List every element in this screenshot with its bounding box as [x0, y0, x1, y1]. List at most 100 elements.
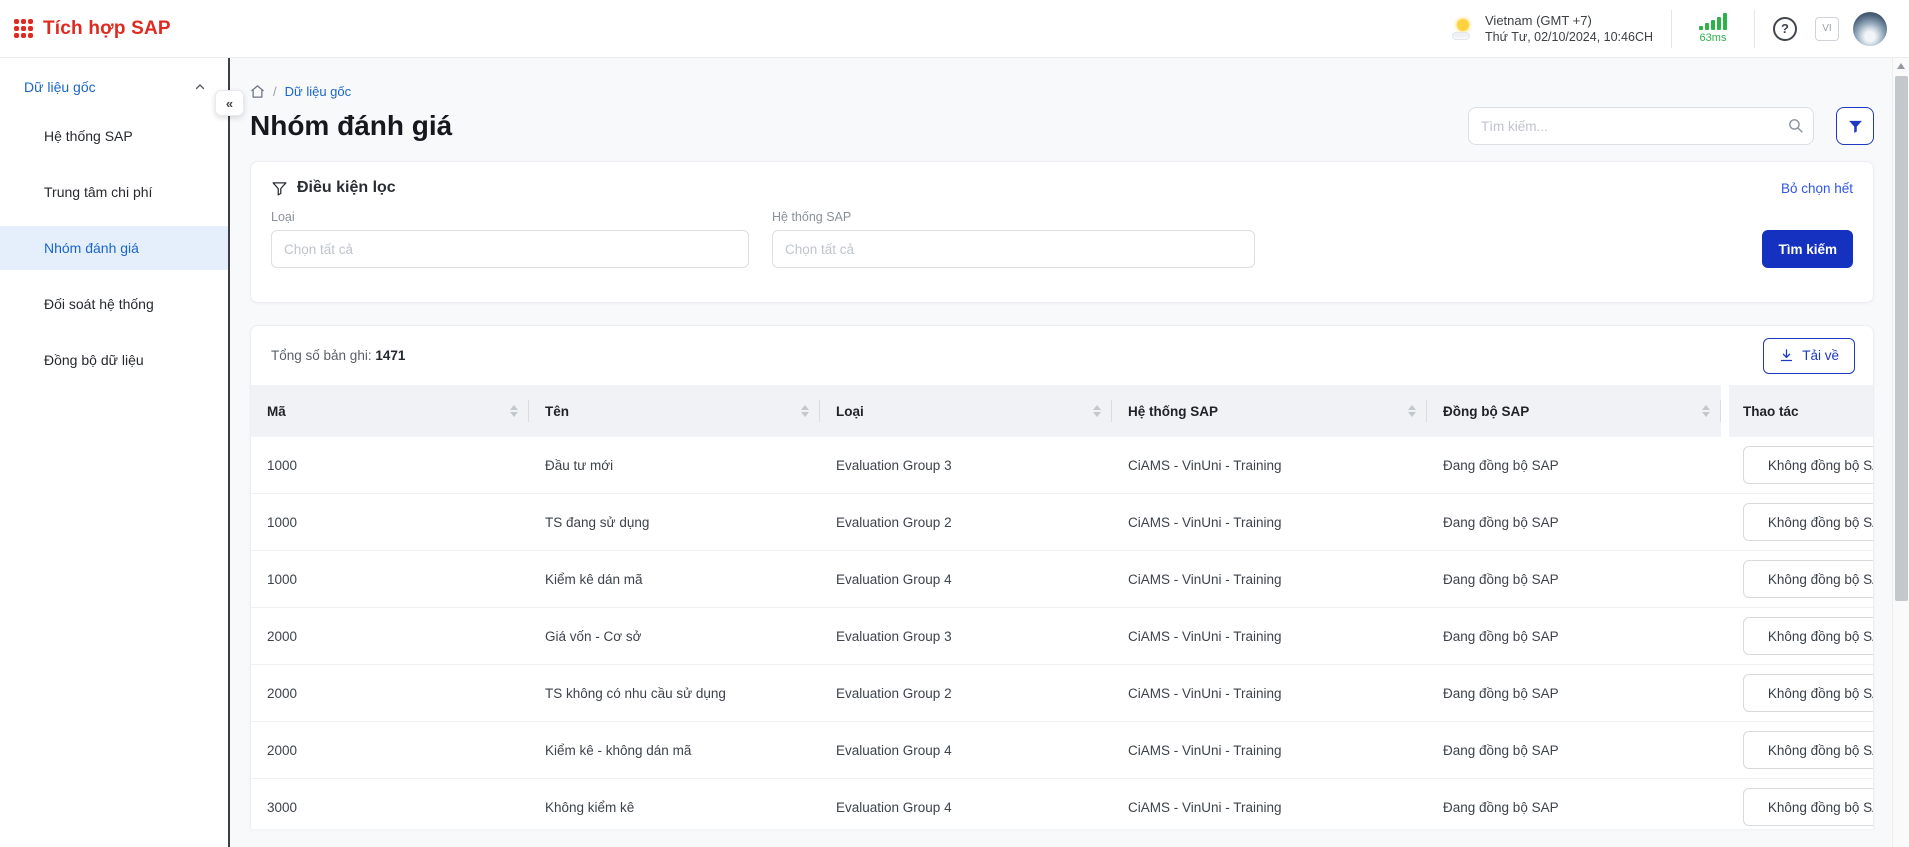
home-icon[interactable]	[250, 84, 265, 99]
cell-thao-tac: Không đồng bộ SAP	[1729, 551, 1873, 607]
sort-icon[interactable]	[1702, 405, 1710, 417]
language-selector[interactable]: VI	[1815, 17, 1839, 41]
sort-icon[interactable]	[1408, 405, 1416, 417]
cell-thao-tac: Không đồng bộ SAP	[1729, 437, 1873, 493]
khong-dong-bo-sap-button[interactable]: Không đồng bộ SAP	[1743, 674, 1873, 712]
column-header-he-thong-sap[interactable]: Hệ thống SAP	[1112, 385, 1427, 437]
filter-toggle-button[interactable]	[1836, 107, 1874, 145]
cell-dong-bo-sap: Đang đồng bộ SAP	[1427, 722, 1721, 778]
cell-ten: Kiểm kê - không dán mã	[529, 722, 820, 778]
breadcrumb-root[interactable]: Dữ liệu gốc	[285, 84, 352, 99]
cell-he-thong-sap: CiAMS - VinUni - Training	[1112, 722, 1427, 778]
he-thong-sap-select[interactable]	[772, 230, 1255, 268]
topbar-right: Vietnam (GMT +7) Thứ Tư, 02/10/2024, 10:…	[1452, 10, 1887, 48]
khong-dong-bo-sap-button[interactable]: Không đồng bộ SAP	[1743, 788, 1873, 826]
cell-loai: Evaluation Group 4	[820, 779, 1112, 829]
layout: Dữ liệu gốc Hệ thống SAP Trung tâm chi p…	[0, 58, 1909, 847]
khong-dong-bo-sap-button[interactable]: Không đồng bộ SAP	[1743, 731, 1873, 769]
khong-dong-bo-sap-button[interactable]: Không đồng bộ SAP	[1743, 560, 1873, 598]
sort-icon[interactable]	[510, 405, 518, 417]
topbar: Tích hợp SAP Vietnam (GMT +7) Thứ Tư, 02…	[0, 0, 1909, 58]
download-icon	[1779, 348, 1794, 363]
user-avatar[interactable]	[1853, 12, 1887, 46]
sort-icon[interactable]	[801, 405, 809, 417]
breadcrumb-separator: /	[273, 84, 277, 99]
help-icon[interactable]: ?	[1773, 17, 1797, 41]
data-table: Mã Tên Loại Hệ thống SAP	[251, 385, 1873, 829]
cell-ma: 1000	[251, 551, 529, 607]
table-toolbar: Tổng số bản ghi: 1471 Tải về	[251, 326, 1873, 385]
cell-thao-tac: Không đồng bộ SAP	[1729, 722, 1873, 778]
column-header-ma[interactable]: Mã	[251, 385, 529, 437]
search-icon[interactable]	[1787, 117, 1804, 134]
sidebar-item[interactable]: Hệ thống SAP	[0, 114, 228, 158]
page-title: Nhóm đánh giá	[250, 110, 452, 142]
cell-dong-bo-sap: Đang đồng bộ SAP	[1427, 779, 1721, 829]
filter-field-he-thong-sap: Hệ thống SAP	[772, 210, 1255, 268]
sort-icon[interactable]	[1093, 405, 1101, 417]
cell-ten: Kiểm kê dán mã	[529, 551, 820, 607]
column-header-thao-tac: Thao tác	[1729, 385, 1873, 437]
search-input[interactable]	[1468, 107, 1814, 145]
signal-bars-icon	[1699, 13, 1727, 30]
grid-dots-icon	[14, 19, 33, 38]
sidebar-item[interactable]: Đồng bộ dữ liệu	[0, 338, 228, 382]
cell-he-thong-sap: CiAMS - VinUni - Training	[1112, 551, 1427, 607]
weather-sun-cloud-icon	[1452, 18, 1476, 40]
datetime-label: Thứ Tư, 02/10/2024, 10:46CH	[1485, 29, 1653, 45]
sidebar: Dữ liệu gốc Hệ thống SAP Trung tâm chi p…	[0, 58, 230, 847]
filter-card: Điều kiện lọc Bỏ chọn hết Loại Hệ thống …	[250, 161, 1874, 303]
funnel-outline-icon	[271, 180, 288, 197]
divider	[1754, 10, 1755, 48]
column-header-dong-bo-sap[interactable]: Đồng bộ SAP	[1427, 385, 1721, 437]
sidebar-collapse-button[interactable]: «	[215, 90, 244, 116]
cell-dong-bo-sap: Đang đồng bộ SAP	[1427, 437, 1721, 493]
app-logo[interactable]: Tích hợp SAP	[14, 18, 171, 40]
table-row: 2000 Giá vốn - Cơ sở Evaluation Group 3 …	[251, 608, 1873, 665]
region-label: Vietnam (GMT +7)	[1485, 13, 1653, 29]
sidebar-item-label: Đồng bộ dữ liệu	[44, 352, 144, 368]
cell-thao-tac: Không đồng bộ SAP	[1729, 779, 1873, 829]
cell-ma: 1000	[251, 494, 529, 550]
cell-loai: Evaluation Group 2	[820, 665, 1112, 721]
field-label: Loại	[271, 210, 749, 224]
cell-ma: 3000	[251, 779, 529, 829]
table-row: 2000 TS không có nhu cầu sử dụng Evaluat…	[251, 665, 1873, 722]
funnel-icon	[1847, 118, 1864, 135]
sidebar-group-du-lieu-goc[interactable]: Dữ liệu gốc	[0, 72, 228, 102]
sidebar-group-label: Dữ liệu gốc	[24, 79, 96, 95]
clear-all-link[interactable]: Bỏ chọn hết	[1781, 181, 1853, 196]
column-header-ten[interactable]: Tên	[529, 385, 820, 437]
table-row: 3000 Không kiểm kê Evaluation Group 4 Ci…	[251, 779, 1873, 829]
loai-select[interactable]	[271, 230, 749, 268]
cell-dong-bo-sap: Đang đồng bộ SAP	[1427, 551, 1721, 607]
sidebar-item-label: Đối soát hệ thống	[44, 296, 154, 312]
cell-loai: Evaluation Group 3	[820, 437, 1112, 493]
table-row: 1000 Đầu tư mới Evaluation Group 3 CiAMS…	[251, 437, 1873, 494]
divider	[1671, 10, 1672, 48]
table-card: Tổng số bản ghi: 1471 Tải về Mã	[250, 325, 1874, 829]
download-button[interactable]: Tải về	[1763, 338, 1855, 374]
khong-dong-bo-sap-button[interactable]: Không đồng bộ SAP	[1743, 503, 1873, 541]
khong-dong-bo-sap-button[interactable]: Không đồng bộ SAP	[1743, 617, 1873, 655]
column-header-loai[interactable]: Loại	[820, 385, 1112, 437]
main-content: / Dữ liệu gốc Nhóm đánh giá	[230, 58, 1909, 847]
cell-dong-bo-sap: Đang đồng bộ SAP	[1427, 665, 1721, 721]
scroll-up-arrow[interactable]	[1897, 63, 1905, 69]
table-body: 1000 Đầu tư mới Evaluation Group 3 CiAMS…	[251, 437, 1873, 829]
locale-block: Vietnam (GMT +7) Thứ Tư, 02/10/2024, 10:…	[1452, 13, 1653, 45]
scrollbar-thumb[interactable]	[1895, 76, 1908, 601]
cell-dong-bo-sap: Đang đồng bộ SAP	[1427, 608, 1721, 664]
cell-ten: Không kiểm kê	[529, 779, 820, 829]
cell-thao-tac: Không đồng bộ SAP	[1729, 608, 1873, 664]
search-submit-button[interactable]: Tìm kiếm	[1762, 230, 1853, 268]
khong-dong-bo-sap-button[interactable]: Không đồng bộ SAP	[1743, 446, 1873, 484]
cell-he-thong-sap: CiAMS - VinUni - Training	[1112, 665, 1427, 721]
sidebar-item[interactable]: Nhóm đánh giá	[0, 226, 228, 270]
vertical-scrollbar[interactable]	[1892, 58, 1909, 847]
sidebar-item[interactable]: Trung tâm chi phí	[0, 170, 228, 214]
sidebar-item[interactable]: Đối soát hệ thống	[0, 282, 228, 326]
sidebar-item-label: Nhóm đánh giá	[44, 240, 139, 256]
total-records-value: 1471	[375, 348, 405, 363]
cell-ma: 2000	[251, 722, 529, 778]
